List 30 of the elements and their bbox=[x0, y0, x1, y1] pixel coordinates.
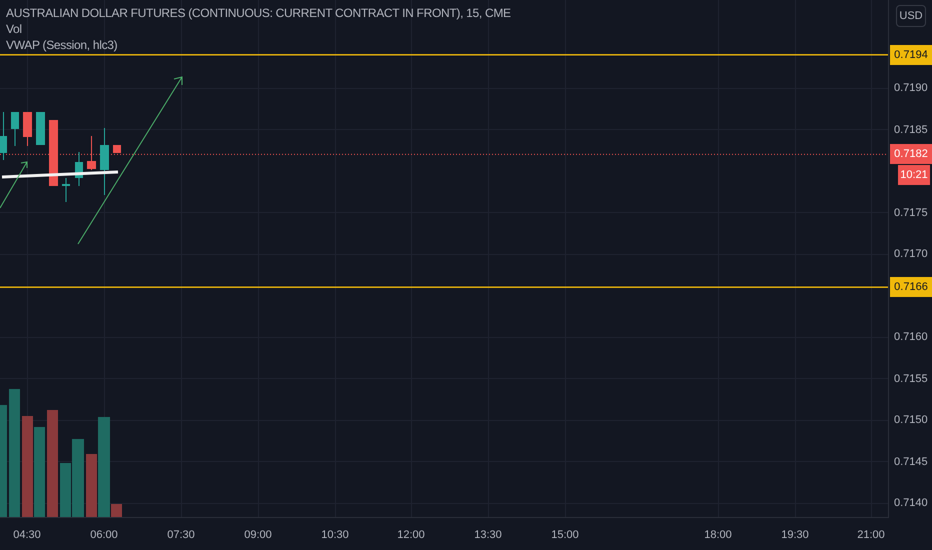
trend-arrow[interactable] bbox=[0, 161, 28, 208]
time-label: 12:00 bbox=[396, 528, 426, 542]
price-label: 0.7155 bbox=[894, 372, 928, 386]
price-badge: 0.7166 bbox=[890, 277, 932, 298]
symbol-title: AUSTRALIAN DOLLAR FUTURES (CONTINUOUS: CURRENT CONTRACT IN FRONT), 15, CME bbox=[6, 6, 511, 20]
time-label: 09:00 bbox=[243, 528, 273, 542]
price-label: 0.7170 bbox=[894, 247, 928, 262]
price-label: 0.7175 bbox=[894, 206, 928, 220]
indicator-label: Vol bbox=[6, 22, 22, 36]
price-label: 0.7140 bbox=[894, 496, 928, 511]
price-badge: 0.7194 bbox=[890, 44, 932, 65]
time-label: 19:30 bbox=[780, 528, 810, 542]
countdown-badge: 10:21 bbox=[898, 165, 930, 186]
price-badge: 0.7182 bbox=[890, 144, 932, 164]
price-label: 0.7150 bbox=[894, 413, 928, 428]
time-label: 18:00 bbox=[703, 528, 733, 542]
price-label: 0.7160 bbox=[894, 330, 928, 345]
time-label: 15:00 bbox=[550, 528, 580, 542]
time-label: 04:30 bbox=[12, 528, 42, 542]
currency-button[interactable]: USD bbox=[896, 5, 926, 27]
time-label: 13:30 bbox=[473, 528, 503, 542]
price-label: 0.7145 bbox=[894, 454, 928, 470]
price-label: 0.7190 bbox=[894, 81, 928, 96]
time-label: 07:30 bbox=[166, 528, 196, 542]
indicator-label: VWAP (Session, hlc3) bbox=[6, 38, 118, 52]
time-label: 21:00 bbox=[856, 528, 886, 542]
trend-arrow[interactable] bbox=[78, 76, 182, 244]
time-label: 10:30 bbox=[320, 528, 350, 542]
time-label: 06:00 bbox=[89, 528, 119, 542]
price-label: 0.7185 bbox=[894, 122, 928, 138]
